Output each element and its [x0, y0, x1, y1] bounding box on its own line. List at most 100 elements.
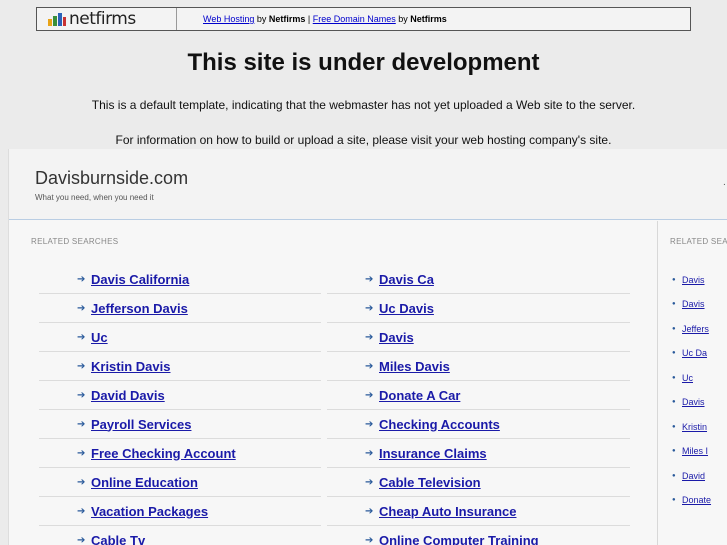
related-search-link[interactable]: Checking Accounts — [379, 417, 500, 432]
free-domain-names-link[interactable]: Free Domain Names — [313, 14, 396, 24]
side-search-link[interactable]: Uc Da — [682, 348, 707, 358]
related-search-link[interactable]: Kristin Davis — [91, 359, 170, 374]
side-search-link[interactable]: Jeffers — [682, 324, 709, 334]
arrow-right-icon: ➔ — [77, 360, 86, 372]
arrow-right-icon: ➔ — [365, 389, 374, 401]
header-mark: . — [723, 177, 726, 188]
related-search-link[interactable]: Online Education — [91, 475, 198, 490]
side-search-link[interactable]: Davis — [682, 275, 705, 285]
related-search-row: ➔ Donate A Car — [327, 381, 630, 410]
related-search-row: ➔ Cable Tv — [39, 526, 321, 545]
arrow-right-icon: ➔ — [77, 505, 86, 517]
related-search-row: ➔ Davis — [327, 323, 630, 352]
bullet-icon: ● — [672, 423, 676, 430]
related-search-link[interactable]: Online Computer Training — [379, 533, 539, 545]
arrow-right-icon: ➔ — [77, 302, 86, 314]
related-search-link[interactable]: Cheap Auto Insurance — [379, 504, 516, 519]
arrow-right-icon: ➔ — [77, 331, 86, 343]
related-search-link[interactable]: Jefferson Davis — [91, 301, 188, 316]
bullet-icon: ● — [672, 276, 676, 283]
arrow-right-icon: ➔ — [365, 476, 374, 488]
side-search-item: ● Davis — [672, 292, 705, 317]
related-searches-side: RELATED SEA ● Davis ● Davis ● Jeffers ● Uc Da ● U… — [657, 221, 727, 545]
banner-by-text: by — [254, 14, 269, 24]
related-search-row: ➔ Vacation Packages — [39, 497, 321, 526]
arrow-right-icon: ➔ — [365, 302, 374, 314]
side-search-item: ● Miles I — [672, 439, 708, 464]
side-search-item: ● Uc Da — [672, 341, 707, 366]
side-search-link[interactable]: Uc — [682, 373, 693, 383]
side-search-link[interactable]: Miles I — [682, 446, 708, 456]
site-tagline: What you need, when you need it — [35, 193, 154, 202]
bullet-icon: ● — [672, 497, 676, 503]
related-search-link[interactable]: Davis Ca — [379, 272, 434, 287]
side-search-item: ● Donate — [672, 488, 711, 513]
arrow-right-icon: ➔ — [77, 447, 86, 459]
related-search-row: ➔ Online Computer Training — [327, 526, 630, 545]
bullet-icon: ● — [672, 374, 676, 381]
related-searches-side-label: RELATED SEA — [670, 237, 727, 246]
arrow-right-icon: ➔ — [77, 476, 86, 488]
arrow-right-icon: ➔ — [77, 273, 86, 285]
site-header: Davisburnside.com What you need, when yo… — [9, 149, 727, 220]
bullet-icon: ● — [672, 301, 676, 307]
related-search-link[interactable]: Uc — [91, 330, 108, 345]
banner-by-text: by — [395, 14, 411, 24]
side-search-link[interactable]: Donate — [682, 495, 711, 505]
side-search-link[interactable]: David — [682, 471, 705, 481]
related-search-row: ➔ Uc — [39, 323, 321, 352]
related-search-row: ➔ Cable Television — [327, 468, 630, 497]
related-search-row: ➔ Free Checking Account — [39, 439, 321, 468]
arrow-right-icon: ➔ — [365, 331, 374, 343]
related-searches-main: RELATED SEARCHES ➔ Davis California ➔ Jeffe… — [13, 221, 658, 545]
side-search-link[interactable]: Davis — [682, 397, 705, 407]
page-headline: This site is under development — [187, 49, 540, 76]
related-search-link[interactable]: Cable Television — [379, 475, 481, 490]
related-search-link[interactable]: Payroll Services — [91, 417, 191, 432]
related-search-link[interactable]: Miles Davis — [379, 359, 450, 374]
bullet-icon: ● — [672, 325, 676, 332]
banner-brand: Netfirms — [410, 14, 447, 24]
related-search-link[interactable]: Free Checking Account — [91, 446, 236, 461]
side-search-item: ● David — [672, 463, 705, 488]
side-search-item: ● Uc — [672, 365, 693, 390]
related-search-link[interactable]: Cable Tv — [91, 533, 145, 545]
related-search-row: ➔ Davis Ca — [327, 265, 630, 294]
related-search-row: ➔ Miles Davis — [327, 352, 630, 381]
side-search-item: ● Jeffers — [672, 316, 709, 341]
related-search-row: ➔ Davis California — [39, 265, 321, 294]
related-search-row: ➔ Uc Davis — [327, 294, 630, 323]
banner-links: Web Hosting by Netfirms | Free Domain Na… — [203, 14, 447, 24]
arrow-right-icon: ➔ — [77, 418, 86, 430]
arrow-right-icon: ➔ — [365, 505, 374, 517]
arrow-right-icon: ➔ — [365, 273, 374, 285]
related-search-row: ➔ Payroll Services — [39, 410, 321, 439]
netfirms-logo-icon — [48, 13, 66, 26]
netfirms-logo-text: netfirms — [69, 9, 136, 29]
banner-brand: Netfirms — [268, 14, 306, 24]
side-search-link[interactable]: Kristin — [682, 422, 707, 432]
related-search-link[interactable]: David Davis — [91, 388, 165, 403]
arrow-right-icon: ➔ — [77, 534, 86, 545]
related-search-link[interactable]: Donate A Car — [379, 388, 460, 403]
related-search-row: ➔ Jefferson Davis — [39, 294, 321, 323]
related-search-link[interactable]: Davis — [379, 330, 414, 345]
template-notice: This is a default template, indicating t… — [91, 98, 636, 112]
related-search-link[interactable]: Insurance Claims — [379, 446, 487, 461]
related-search-row: ➔ Kristin Davis — [39, 352, 321, 381]
side-search-link[interactable]: Davis — [682, 299, 705, 309]
arrow-right-icon: ➔ — [365, 447, 374, 459]
related-search-link[interactable]: Davis California — [91, 272, 189, 287]
netfirms-banner: netfirms Web Hosting by Netfirms | Free … — [36, 7, 691, 31]
related-search-row: ➔ Cheap Auto Insurance — [327, 497, 630, 526]
site-title[interactable]: Davisburnside.com — [35, 168, 188, 189]
netfirms-logo[interactable]: netfirms — [37, 8, 177, 30]
related-search-row: ➔ Insurance Claims — [327, 439, 630, 468]
related-search-link[interactable]: Uc Davis — [379, 301, 434, 316]
parked-page-frame: Davisburnside.com What you need, when yo… — [8, 149, 727, 545]
related-search-link[interactable]: Vacation Packages — [91, 504, 208, 519]
banner-separator: | — [305, 14, 313, 24]
arrow-right-icon: ➔ — [365, 418, 374, 430]
arrow-right-icon: ➔ — [77, 389, 86, 401]
web-hosting-link[interactable]: Web Hosting — [203, 14, 254, 24]
